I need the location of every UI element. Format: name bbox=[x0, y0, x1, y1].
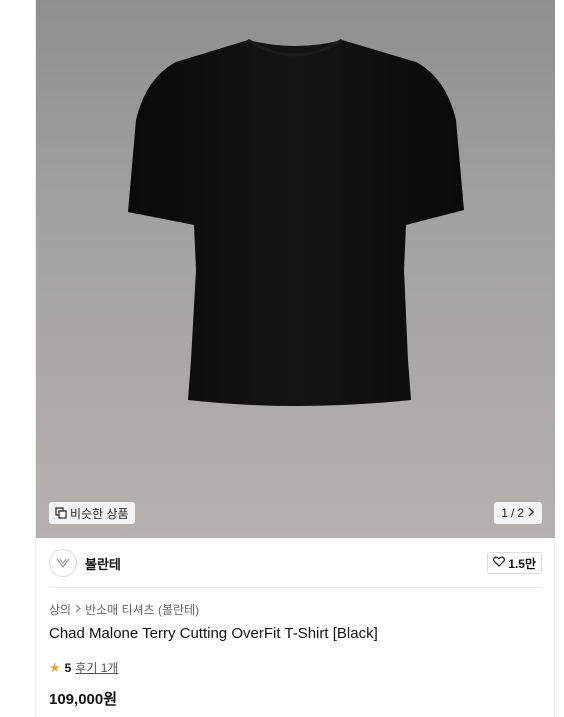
brand-logo[interactable] bbox=[49, 549, 77, 577]
brand-name[interactable]: 볼란테 bbox=[85, 554, 121, 573]
product-page: 비슷한 상품 1 / 2 볼란테 1.5만 상의 반소매 티셔츠 (볼란테) C… bbox=[0, 0, 564, 717]
similar-products-button[interactable]: 비슷한 상품 bbox=[49, 502, 135, 524]
brand-logo-mark bbox=[56, 558, 70, 568]
breadcrumb-category[interactable]: 상의 bbox=[49, 601, 71, 618]
breadcrumb-subcategory[interactable]: 반소매 티셔츠 (볼란테) bbox=[85, 601, 199, 618]
product-image[interactable]: 비슷한 상품 1 / 2 bbox=[36, 0, 555, 538]
product-title: Chad Malone Terry Cutting OverFit T-Shir… bbox=[49, 625, 378, 642]
pager-total: 2 bbox=[517, 506, 524, 520]
review-count-link[interactable]: 후기 1개 bbox=[75, 659, 118, 676]
rating-score: 5 bbox=[64, 660, 72, 675]
heart-icon bbox=[493, 556, 506, 570]
pager-separator: / bbox=[510, 506, 515, 520]
product-card: 비슷한 상품 1 / 2 볼란테 1.5만 상의 반소매 티셔츠 (볼란테) C… bbox=[35, 0, 555, 717]
similar-products-label: 비슷한 상품 bbox=[70, 506, 129, 521]
image-pager[interactable]: 1 / 2 bbox=[494, 502, 542, 524]
brand-row: 볼란테 1.5만 bbox=[49, 548, 542, 578]
chevron-right-icon bbox=[75, 604, 82, 616]
rating-row: ★ 5 후기 1개 bbox=[49, 659, 118, 676]
divider bbox=[49, 587, 542, 588]
tshirt-image bbox=[128, 38, 464, 406]
product-price: 109,000원 bbox=[49, 691, 118, 708]
chevron-right-icon bbox=[527, 506, 535, 520]
star-icon: ★ bbox=[49, 659, 61, 675]
like-button[interactable]: 1.5만 bbox=[487, 552, 542, 574]
pager-current: 1 bbox=[501, 506, 508, 520]
breadcrumb: 상의 반소매 티셔츠 (볼란테) bbox=[49, 601, 199, 618]
like-count: 1.5만 bbox=[508, 556, 536, 571]
copy-icon bbox=[55, 507, 67, 519]
